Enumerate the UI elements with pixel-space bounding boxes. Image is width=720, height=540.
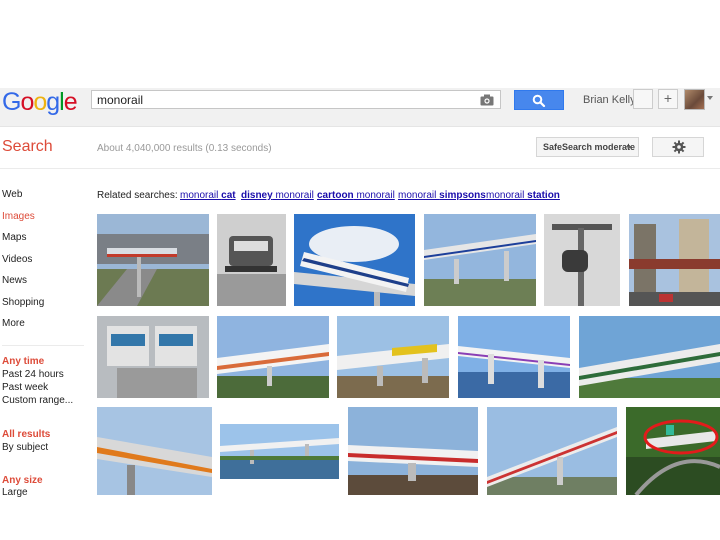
image-result[interactable] [424,214,536,306]
image-result[interactable] [579,316,720,398]
related-link-text: monorail [272,190,314,201]
logo-letter: o [33,88,47,116]
related-link-bold: simpsons [439,190,486,201]
image-result[interactable] [629,214,720,306]
related-link-text: monorail [180,190,222,201]
image-result[interactable] [217,316,329,398]
image-result[interactable] [458,316,570,398]
related-link-bold: station [527,190,560,201]
share-plus-button[interactable]: + [658,89,678,109]
camera-icon[interactable] [480,93,494,111]
divider [2,345,84,346]
related-link-station[interactable]: monorail station [486,190,560,201]
search-input[interactable] [97,92,467,107]
magnifier-icon [532,94,546,107]
time-filter-custom[interactable]: Custom range... [2,395,73,406]
related-link-cartoon[interactable]: cartoon monorail [317,190,395,201]
results-filter-title[interactable]: All results [2,429,50,440]
account-name[interactable]: Brian Kelly [583,94,636,106]
search-box[interactable] [91,90,501,109]
image-result[interactable] [487,407,617,495]
chevron-down-icon[interactable] [707,96,713,100]
settings-button[interactable] [652,137,704,157]
sidebar-item-shopping[interactable]: Shopping [2,297,44,308]
avatar[interactable] [684,89,705,110]
image-result[interactable] [97,316,209,398]
sidebar-item-images[interactable]: Images [2,211,35,222]
image-result[interactable] [337,316,449,398]
sidebar-item-maps[interactable]: Maps [2,232,26,243]
sidebar-item-videos[interactable]: Videos [2,254,32,265]
time-filter-24h[interactable]: Past 24 hours [2,369,64,380]
logo-letter: G [2,88,21,116]
image-result[interactable] [220,424,339,479]
page-title: Search [2,138,53,155]
related-link-bold: cat [221,190,236,201]
related-link-text: monorail [353,190,395,201]
result-stats: About 4,040,000 results (0.13 seconds) [97,143,272,154]
results-filter-subject[interactable]: By subject [2,442,48,453]
related-link-cat[interactable]: monorail cat [180,190,236,201]
related-link-disney[interactable]: disney monorail [241,190,314,201]
safesearch-label: SafeSearch moderate [543,142,636,152]
image-result[interactable] [544,214,620,306]
sidebar-item-news[interactable]: News [2,275,27,286]
related-link-bold: disney [241,190,273,201]
related-link-text: monorail [398,190,440,201]
image-result[interactable] [217,214,286,306]
logo-letter: e [63,88,78,116]
safesearch-dropdown[interactable]: SafeSearch moderate [536,137,639,157]
size-filter-large[interactable]: Large [2,487,28,498]
image-result[interactable] [97,214,209,306]
time-filter-title[interactable]: Any time [2,356,44,367]
time-filter-week[interactable]: Past week [2,382,48,393]
divider [0,168,720,169]
image-result[interactable] [626,407,720,495]
notifications-button[interactable] [633,89,653,109]
logo-letter: o [20,88,34,116]
google-logo[interactable]: Google [2,88,78,116]
image-result[interactable] [348,407,478,495]
size-filter-title[interactable]: Any size [2,475,43,486]
related-searches-label: Related searches: [97,190,178,201]
image-result[interactable] [294,214,415,306]
logo-letter: g [46,88,60,116]
related-link-text: monorail [486,190,528,201]
related-link-bold: cartoon [317,190,354,201]
sidebar-item-web[interactable]: Web [2,189,22,200]
gear-icon [672,140,686,154]
chevron-down-icon [626,146,632,149]
image-result[interactable] [97,407,212,495]
sidebar-item-more[interactable]: More [2,318,25,329]
search-button[interactable] [514,90,564,110]
related-link-simpsons[interactable]: monorail simpsons [398,190,486,201]
